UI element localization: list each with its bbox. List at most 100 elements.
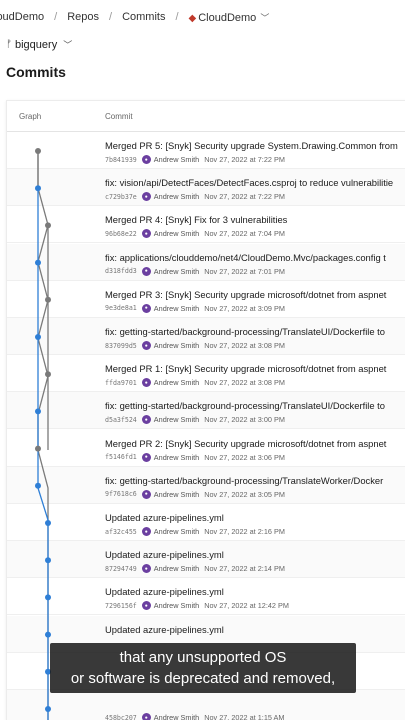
commit-date: Nov 27, 2022 at 3:08 PM (204, 341, 285, 350)
commit-row[interactable]: Updated azure-pipelines.yml 7296156f ● Andr… (7, 578, 405, 616)
commit-author: Andrew Smith (153, 489, 200, 499)
breadcrumb-separator: / (175, 11, 179, 23)
breadcrumb-separator: / (54, 11, 58, 23)
commit-meta: 458bc207 ● Andrew Smith Nov 27, 2022 at 1:1… (105, 713, 285, 720)
commit-meta: af32c455 ● Andrew Smith Nov 27, 2022 at 2:1… (105, 527, 285, 536)
commit-date: Nov 27, 2022 at 12:42 PM (204, 601, 289, 611)
commit-row[interactable]: Merged PR 5: [Snyk] Security upgrade Sys… (7, 132, 405, 169)
commit-author: Andrew Smith (153, 713, 200, 720)
commit-title[interactable]: fix: applications/clouddemo/net4/CloudDe… (105, 252, 386, 263)
commit-title[interactable]: fix: getting-started/background-processi… (105, 326, 385, 337)
commit-title[interactable]: fix: getting-started/background-processi… (105, 400, 385, 411)
commit-row[interactable]: fix: getting-started/background-processi… (7, 318, 405, 355)
commit-hash[interactable]: af32c455 (105, 528, 137, 536)
commit-hash[interactable]: 9e3de8a1 (105, 304, 137, 312)
commit-title[interactable]: Updated azure-pipelines.yml (105, 512, 224, 523)
commit-meta: 9e3de8a1 ● Andrew Smith Nov 27, 2022 at 3:0… (105, 303, 285, 313)
commit-date: Nov 27, 2022 at 7:01 PM (204, 266, 285, 276)
commit-date: Nov 27, 2022 at 7:22 PM (204, 192, 285, 202)
commit-author: Andrew Smith (153, 229, 200, 239)
commit-hash[interactable]: c729b37e (105, 193, 137, 201)
commit-author: Andrew Smith (153, 341, 200, 350)
commit-title[interactable]: Merged PR 2: [Snyk] Security upgrade mic… (105, 438, 386, 449)
commit-hash[interactable]: d5a3f524 (105, 416, 137, 424)
commit-row[interactable]: Merged PR 4: [Snyk] Fix for 3 vulnerabil… (7, 206, 405, 244)
commit-row[interactable]: fix: getting-started/background-processi… (7, 392, 405, 430)
commit-hash[interactable]: 7296156f (105, 602, 137, 610)
commit-date: Nov 27, 2022 at 2:16 PM (204, 527, 285, 536)
commit-meta: 7296156f ● Andrew Smith Nov 27, 2022 at 12:… (105, 601, 289, 611)
commit-date: Nov 27, 2022 at 7:22 PM (204, 155, 285, 164)
commit-title[interactable]: Merged PR 4: [Snyk] Fix for 3 vulnerabil… (105, 214, 287, 225)
commit-title[interactable]: Updated azure-pipelines.yml (105, 586, 224, 597)
commit-row[interactable]: Updated azure-pipelines.yml af32c455 ● Andr… (7, 504, 405, 541)
commit-hash[interactable]: 458bc207 (105, 714, 137, 720)
commit-row[interactable]: fix: applications/clouddemo/net4/CloudDe… (7, 243, 405, 281)
breadcrumb-repos[interactable]: Repos (61, 11, 105, 23)
commit-date: Nov 27, 2022 at 2:14 PM (204, 564, 285, 574)
commit-hash[interactable]: f5146fd1 (105, 453, 137, 461)
avatar: ● (141, 229, 151, 239)
commit-date: Nov 27, 2022 at 3:09 PM (204, 303, 285, 313)
avatar: ● (141, 601, 151, 611)
commit-hash[interactable]: 96b68e22 (105, 230, 137, 238)
avatar: ● (141, 713, 151, 720)
avatar: ● (141, 378, 151, 388)
commit-author: Andrew Smith (153, 415, 200, 425)
commit-hash[interactable]: 9f7618c6 (105, 490, 137, 498)
commit-row[interactable]: 458bc207 ● Andrew Smith Nov 27, 2022 at 1:1… (7, 690, 405, 720)
commit-meta: 7b841939 ● Andrew Smith Nov 27, 2022 at 7:2… (105, 155, 285, 164)
commit-row[interactable]: Updated azure-pipelines.yml 87294749 ● Andr… (7, 541, 405, 579)
avatar: ● (141, 341, 151, 350)
commit-date: Nov 27, 2022 at 7:04 PM (204, 229, 285, 239)
chevron-down-icon: ﹀ (260, 12, 270, 23)
commit-title[interactable]: Updated azure-pipelines.yml (105, 549, 224, 560)
commit-author: Andrew Smith (153, 378, 200, 388)
chevron-down-icon: ﹀ (63, 40, 73, 50)
commit-author: Andrew Smith (153, 601, 200, 611)
commit-meta: d5a3f524 ● Andrew Smith Nov 27, 2022 at 3:0… (105, 415, 285, 425)
commit-meta: 87294749 ● Andrew Smith Nov 27, 2022 at 2:1… (105, 564, 285, 574)
commit-author: Andrew Smith (153, 303, 200, 313)
breadcrumb-commits[interactable]: Commits (116, 11, 171, 23)
commit-title[interactable]: Merged PR 1: [Snyk] Security upgrade mic… (105, 363, 386, 374)
commit-row[interactable]: Merged PR 3: [Snyk] Security upgrade mic… (7, 281, 405, 318)
column-header-graph: Graph (19, 112, 42, 121)
column-header-commit: Commit (105, 112, 133, 121)
commit-meta: f5146fd1 ● Andrew Smith Nov 27, 2022 at 3:0… (105, 452, 285, 462)
breadcrumb: loudDemo / Repos / Commits / ◆CloudDemo﹀ (0, 0, 405, 34)
commit-meta: ffda9701 ● Andrew Smith Nov 27, 2022 at 3:0… (105, 378, 285, 388)
avatar: ● (141, 489, 151, 499)
commit-row[interactable]: fix: vision/api/DetectFaces/DetectFaces.… (7, 169, 405, 207)
avatar: ● (141, 415, 151, 425)
commit-title[interactable]: Merged PR 3: [Snyk] Security upgrade mic… (105, 289, 386, 300)
commit-title[interactable]: Updated azure-pipelines.yml (105, 624, 224, 635)
commit-date: Nov 27, 2022 at 3:08 PM (204, 378, 285, 388)
avatar: ● (141, 155, 151, 164)
commit-meta: c729b37e ● Andrew Smith Nov 27, 2022 at 7:2… (105, 192, 285, 202)
commit-row[interactable]: Merged PR 1: [Snyk] Security upgrade mic… (7, 355, 405, 393)
avatar: ● (141, 452, 151, 462)
branch-name: bigquery (15, 38, 58, 51)
caption-line-1: that any unsupported OS (119, 649, 287, 666)
commit-date: Nov 27, 2022 at 1:15 AM (204, 713, 285, 720)
commit-title[interactable]: Merged PR 5: [Snyk] Security upgrade Sys… (105, 140, 398, 151)
commit-hash[interactable]: d318fdd3 (105, 267, 137, 275)
commit-author: Andrew Smith (153, 564, 200, 574)
branch-icon: ᚠ (6, 39, 12, 50)
commit-title[interactable]: fix: getting-started/background-processi… (105, 475, 383, 486)
commit-meta: 9f7618c6 ● Andrew Smith Nov 27, 2022 at 3:0… (105, 489, 285, 499)
commit-hash[interactable]: 837099d5 (105, 342, 137, 350)
commit-hash[interactable]: 87294749 (105, 565, 137, 573)
commit-row[interactable]: Merged PR 2: [Snyk] Security upgrade mic… (7, 430, 405, 467)
branch-selector[interactable]: ᚠ bigquery ﹀ (6, 38, 72, 51)
commit-hash[interactable]: ffda9701 (105, 379, 137, 387)
breadcrumb-project[interactable]: ◆ CloudDemo ﹀ (183, 11, 276, 24)
video-caption: that any unsupported OS or software is d… (50, 643, 356, 693)
commit-author: Andrew Smith (153, 192, 200, 202)
commit-title[interactable]: fix: vision/api/DetectFaces/DetectFaces.… (105, 177, 393, 188)
avatar: ● (141, 303, 151, 313)
commit-hash[interactable]: 7b841939 (105, 156, 137, 164)
breadcrumb-org[interactable]: loudDemo (0, 11, 50, 23)
commit-row[interactable]: fix: getting-started/background-processi… (7, 466, 405, 504)
